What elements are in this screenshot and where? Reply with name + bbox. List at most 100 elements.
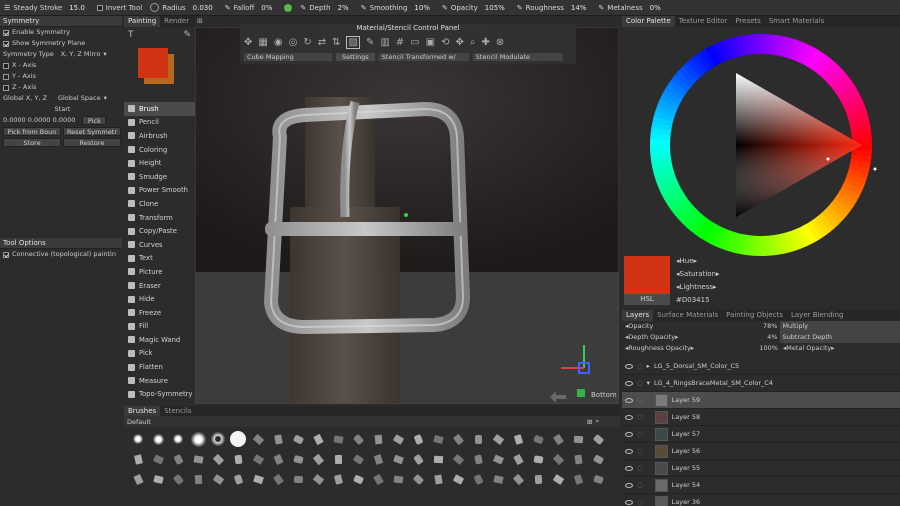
tool-copy-paste[interactable]: Copy/Paste <box>124 224 195 238</box>
tool-transform[interactable]: Transform <box>124 211 195 225</box>
brush-preset[interactable] <box>208 429 228 449</box>
tool-coloring[interactable]: Coloring <box>124 143 195 157</box>
brush-preset[interactable] <box>508 469 528 489</box>
smoothing-control[interactable]: ✎ Smoothing 10% <box>357 0 438 15</box>
pan-icon[interactable]: ✥ <box>455 37 463 48</box>
color-swatch[interactable] <box>138 48 176 88</box>
layer-row[interactable]: ◌ Layer 36 <box>622 494 900 506</box>
brush-preset[interactable] <box>148 449 168 469</box>
z-axis-row[interactable]: Z - Axis <box>0 82 122 93</box>
depth-value[interactable]: 2% <box>334 4 353 12</box>
lock-icon[interactable]: ◌ <box>637 413 643 421</box>
brush-preset[interactable] <box>288 429 308 449</box>
tab-layer-blending[interactable]: Layer Blending <box>787 310 848 321</box>
show-plane-checkbox[interactable] <box>3 40 9 47</box>
pen-icon[interactable]: ✎ <box>183 30 191 40</box>
brush-preset[interactable] <box>468 449 488 469</box>
layer-row[interactable]: ◌ Layer 57 <box>622 426 900 443</box>
stencil-active-icon[interactable]: ▨ <box>346 35 360 49</box>
brush-preset[interactable] <box>408 449 428 469</box>
brush-preset[interactable] <box>348 429 368 449</box>
brush-preset[interactable] <box>188 469 208 489</box>
brush-preset[interactable] <box>328 449 348 469</box>
eye-icon[interactable] <box>625 431 633 437</box>
depth-opacity-value[interactable]: 4% <box>754 332 777 343</box>
brush-preset[interactable] <box>128 429 148 449</box>
depth-control[interactable]: ✎ Depth 2% <box>296 0 356 15</box>
eye-icon[interactable] <box>625 448 633 454</box>
tool-clone[interactable]: Clone <box>124 197 195 211</box>
show-plane-row[interactable]: Show Symmetry Plane <box>0 38 122 49</box>
pick-button[interactable]: Pick <box>82 116 107 125</box>
brush-preset[interactable] <box>188 429 208 449</box>
brush-preset[interactable] <box>428 469 448 489</box>
flip-vertical-icon[interactable]: ⇅ <box>332 37 340 48</box>
y-axis-row[interactable]: Y - Axis <box>0 71 122 82</box>
tool-hide[interactable]: Hide <box>124 292 195 306</box>
eye-icon[interactable] <box>625 363 633 369</box>
brush-preset[interactable] <box>528 449 548 469</box>
brush-preset[interactable] <box>368 449 388 469</box>
metalness-control[interactable]: ✎ Metalness 0% <box>594 0 668 15</box>
brush-preset[interactable] <box>548 449 568 469</box>
brush-preset[interactable] <box>168 429 188 449</box>
add-room-icon[interactable]: ⊞ <box>197 17 203 25</box>
tab-surface-materials[interactable]: Surface Materials <box>653 310 722 321</box>
brush-preset[interactable] <box>248 449 268 469</box>
color-wheel[interactable] <box>622 27 900 257</box>
tab-painting[interactable]: Painting <box>124 16 161 27</box>
x-axis-row[interactable]: X - Axis <box>0 60 122 71</box>
lock-icon[interactable]: ◌ <box>637 430 643 438</box>
tool-power-smooth[interactable]: Power Smooth <box>124 184 195 198</box>
lock-icon[interactable]: ◌ <box>637 464 643 472</box>
tab-painting-objects[interactable]: Painting Objects <box>722 310 787 321</box>
layer-row[interactable]: ◌ Layer 56 <box>622 443 900 460</box>
settings-button[interactable]: Settings <box>336 52 375 61</box>
brush-preset[interactable] <box>228 469 248 489</box>
tab-render[interactable]: Render <box>160 16 193 27</box>
text-tool-icon[interactable]: T <box>128 30 134 40</box>
grid-icon[interactable]: ▦ <box>258 37 267 48</box>
blend-mode-select[interactable]: Multiply <box>780 321 900 332</box>
layer-group-row[interactable]: ◌ ▾ LG_4_RingsBraceMetal_SM_Color_C4 <box>622 375 900 392</box>
falloff-value[interactable]: 0% <box>257 4 276 12</box>
brush-preset-select[interactable]: Default <box>127 418 587 426</box>
hex-value[interactable]: #D03415 <box>676 296 710 304</box>
metal-opacity-control[interactable]: ◂Metal Opacity▸ <box>781 343 835 354</box>
brush-preset[interactable] <box>568 429 588 449</box>
lock-icon[interactable]: ◌ <box>637 481 643 489</box>
opacity-control[interactable]: ✎ Opacity 105% <box>438 0 513 15</box>
roughness-opacity-control[interactable]: ◂Roughness Opacity▸ <box>625 343 751 354</box>
hue-control[interactable]: ◂Hue▸ <box>676 257 697 265</box>
falloff-control[interactable]: ✎ Falloff 0% <box>221 0 281 15</box>
tool-curves[interactable]: Curves <box>124 238 195 252</box>
smoothing-value[interactable]: 10% <box>410 4 434 12</box>
tool-picture[interactable]: Picture <box>124 265 195 279</box>
start-coords[interactable]: 0.0000 0.0000 0.0000 <box>3 115 75 126</box>
depth-opacity-row[interactable]: ◂Depth Opacity▸ 4% Subtract Depth <box>622 332 900 343</box>
tab-color-palette[interactable]: Color Palette <box>622 16 675 27</box>
brush-preset[interactable] <box>288 449 308 469</box>
symmetry-type-row[interactable]: Symmetry Type X, Y, Z Mirro ▾ <box>0 49 122 60</box>
brush-preset[interactable] <box>268 449 288 469</box>
layer-group-row[interactable]: ◌ ▸ LG_5_Dorsal_SM_Color_C5 <box>622 358 900 375</box>
brush-preset[interactable] <box>328 429 348 449</box>
tab-presets[interactable]: Presets <box>731 16 764 27</box>
brush-preset[interactable] <box>168 469 188 489</box>
brush-preset[interactable] <box>488 429 508 449</box>
z-axis-checkbox[interactable] <box>3 84 9 91</box>
brush-preset[interactable] <box>388 429 408 449</box>
tab-smart-materials[interactable]: Smart Materials <box>765 16 828 27</box>
brush-preset[interactable] <box>448 469 468 489</box>
eye-icon[interactable] <box>625 482 633 488</box>
eye-fill-icon[interactable]: ◎ <box>289 37 298 48</box>
brush-preset[interactable] <box>188 449 208 469</box>
tool-fill[interactable]: Fill <box>124 320 195 334</box>
brush-preset[interactable] <box>148 429 168 449</box>
transform-icon[interactable]: ✚ <box>481 37 489 48</box>
depth-opacity-control[interactable]: ◂Depth Opacity▸ <box>625 332 751 343</box>
invert-tool-toggle[interactable]: Invert Tool <box>93 0 146 15</box>
x-axis-checkbox[interactable] <box>3 62 9 69</box>
store-button[interactable]: Store <box>3 138 61 147</box>
brush-preset[interactable] <box>388 469 408 489</box>
